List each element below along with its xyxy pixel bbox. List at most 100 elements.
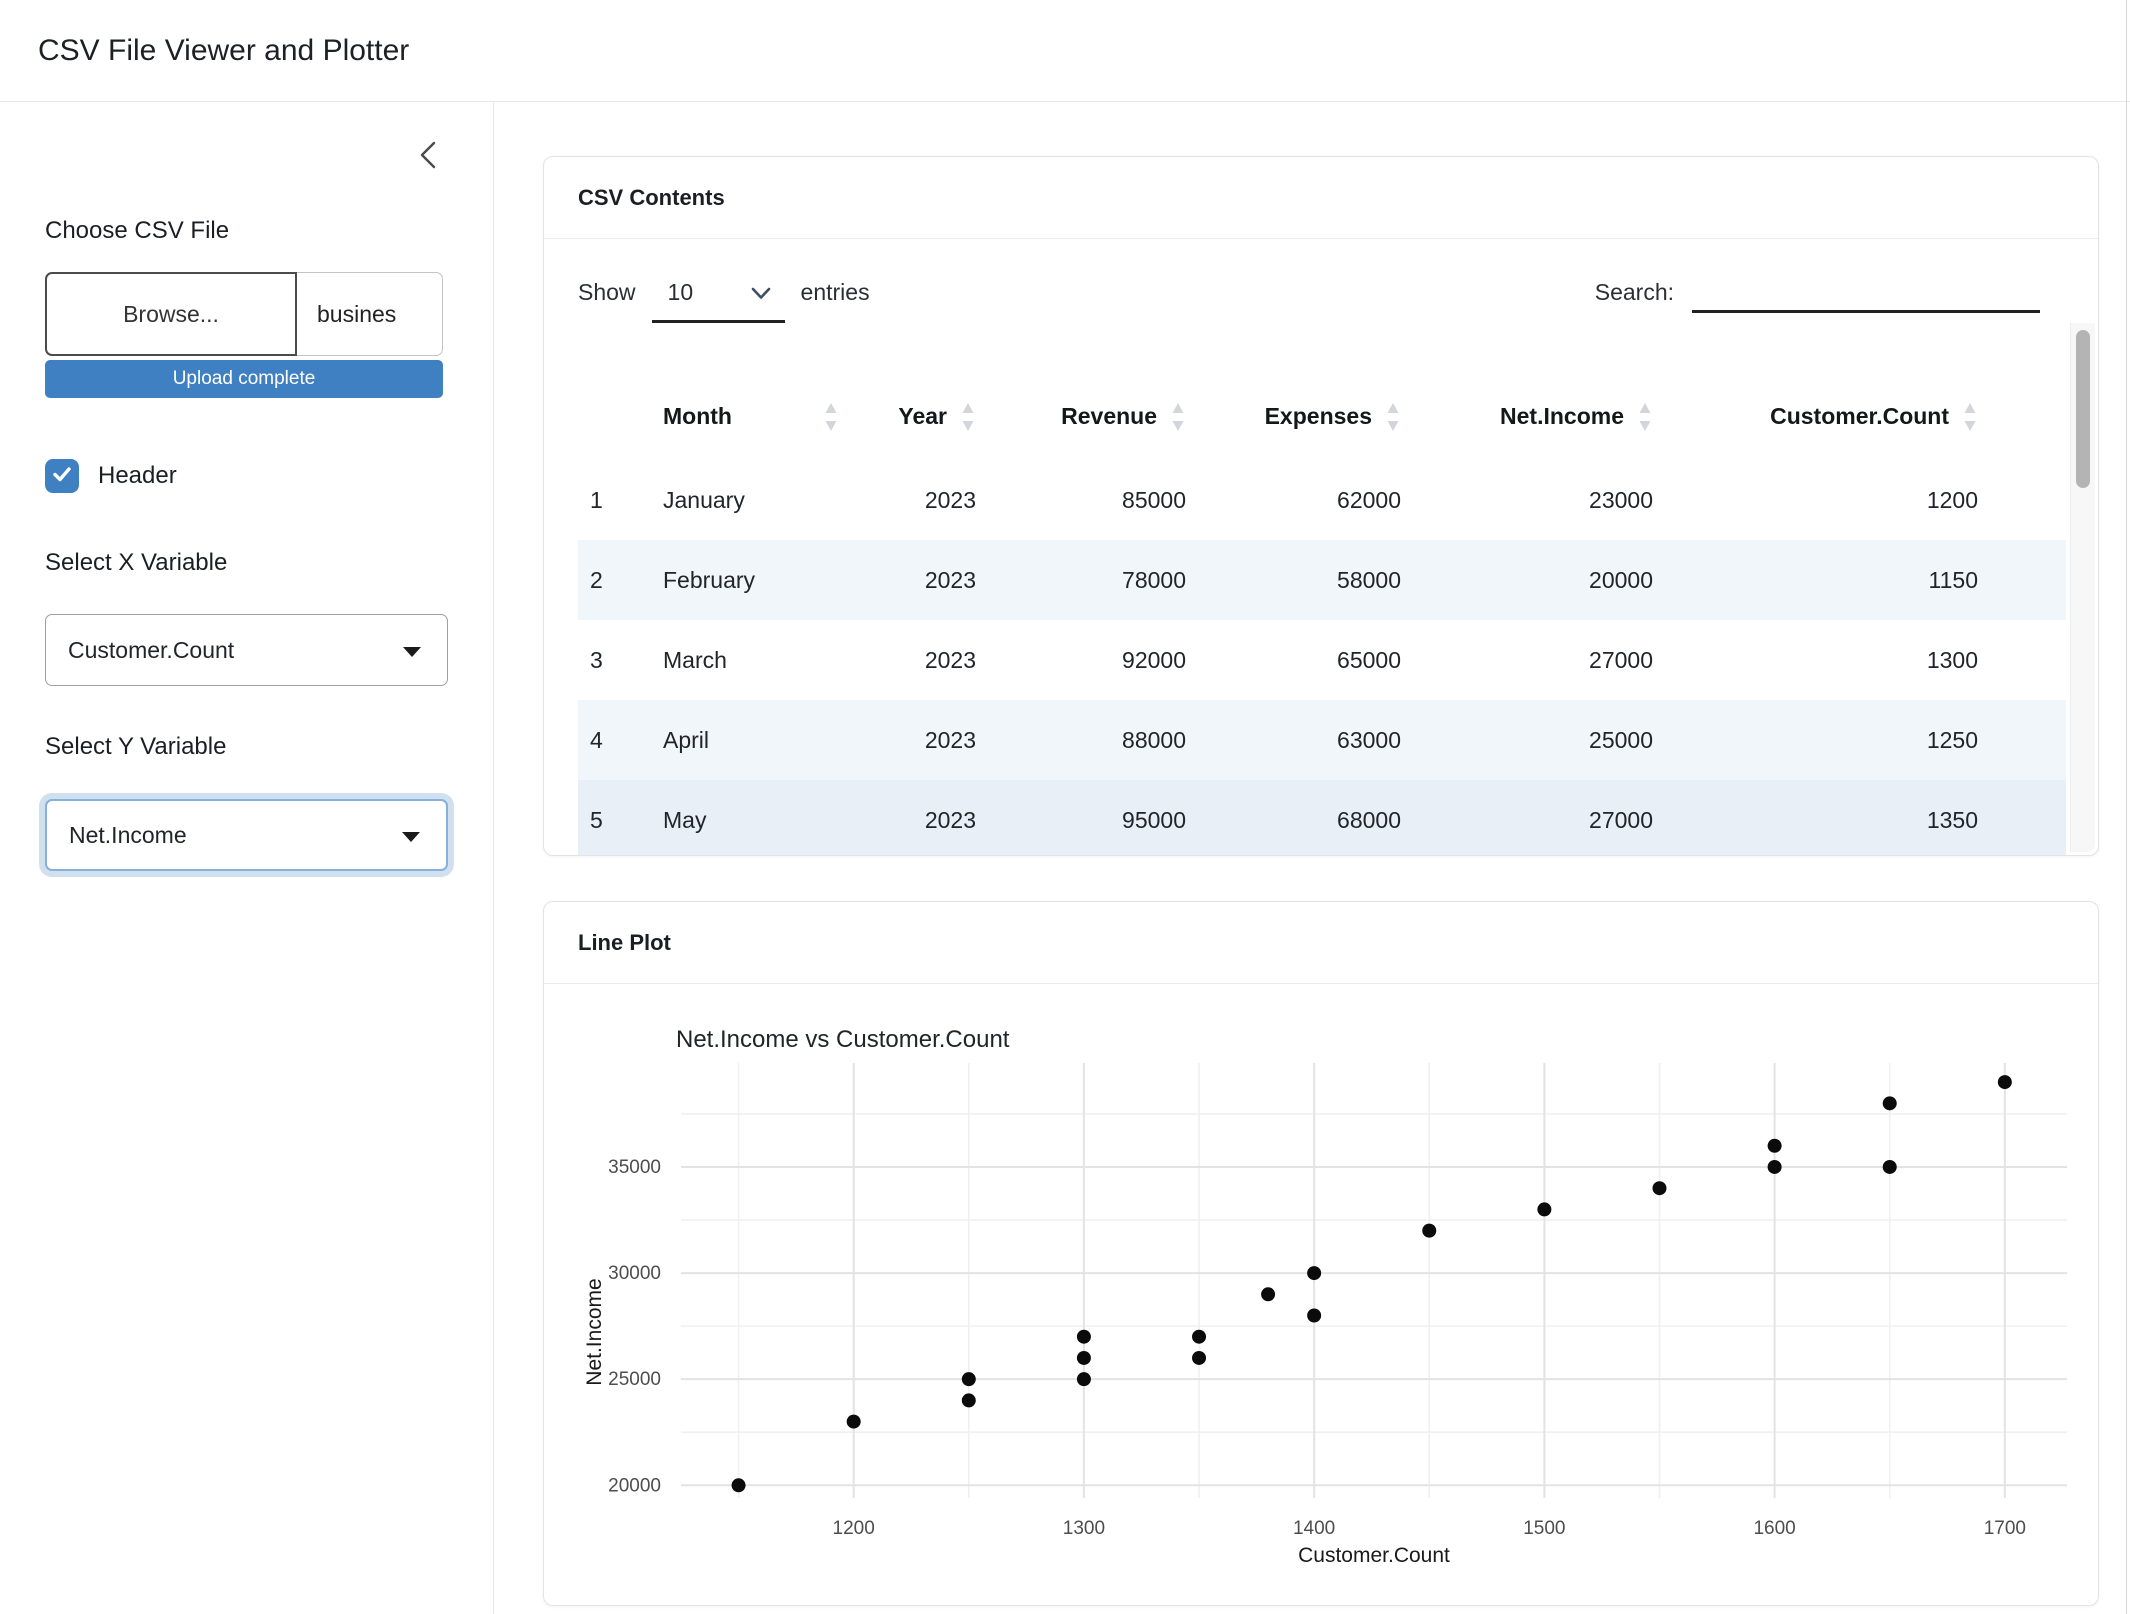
caret-down-icon — [400, 822, 422, 849]
sidebar: Choose CSV File Browse... busines Upload… — [0, 102, 494, 1614]
page-scrollbar-edge — [2126, 0, 2127, 1614]
svg-text:Net.Income: Net.Income — [583, 1278, 606, 1385]
line-plot-card: Line Plot 120013001400150016001700200002… — [543, 901, 2099, 1606]
table-cell: 23000 — [1401, 487, 1653, 514]
chevron-down-icon — [751, 279, 771, 306]
table-row: 5May20239500068000270001350 — [578, 780, 2066, 855]
plot-card-body: 1200130014001500160017002000025000300003… — [544, 984, 2098, 1605]
csv-card-title: CSV Contents — [544, 157, 2098, 239]
column-header-label: Customer.Count — [1770, 403, 1949, 430]
table-cell: 1200 — [1653, 487, 2066, 514]
table-cell: 5 — [578, 807, 651, 834]
svg-text:30000: 30000 — [608, 1263, 661, 1284]
sidebar-collapse-button[interactable] — [411, 140, 445, 174]
column-header-label: Expenses — [1265, 403, 1372, 430]
sort-icon — [823, 402, 839, 432]
table-cell: 1150 — [1653, 567, 2066, 594]
table-cell: 27000 — [1401, 807, 1653, 834]
table-cell: 1300 — [1653, 647, 2066, 674]
table-row: 3March20239200065000270001300 — [578, 620, 2066, 700]
table-cell: 20000 — [1401, 567, 1653, 594]
file-name-text: busines — [317, 301, 396, 328]
file-name-field[interactable]: busines — [297, 272, 443, 356]
column-header-expenses[interactable]: Expenses — [1186, 402, 1401, 432]
table-cell: 2023 — [839, 647, 976, 674]
datatable-controls: Show 10 entries Search: — [578, 279, 2040, 323]
caret-down-icon — [401, 637, 423, 664]
column-header-label: Year — [898, 403, 947, 430]
app-root: CSV File Viewer and Plotter Choose CSV F… — [0, 0, 2130, 1614]
table-cell: March — [651, 647, 839, 674]
column-header-customer-count[interactable]: Customer.Count — [1653, 402, 2066, 432]
chevron-left-icon — [415, 138, 441, 177]
table-cell: 88000 — [976, 727, 1186, 754]
svg-text:1600: 1600 — [1753, 1518, 1795, 1539]
column-header-revenue[interactable]: Revenue — [976, 402, 1186, 432]
svg-text:1400: 1400 — [1293, 1518, 1335, 1539]
svg-text:35000: 35000 — [608, 1157, 661, 1178]
table-cell: 1 — [578, 487, 651, 514]
table-cell: 85000 — [976, 487, 1186, 514]
upload-progress-bar: Upload complete — [45, 360, 443, 398]
table-cell: February — [651, 567, 839, 594]
table-cell: 25000 — [1401, 727, 1653, 754]
browse-button[interactable]: Browse... — [45, 272, 297, 356]
column-header-net-income[interactable]: Net.Income — [1401, 402, 1653, 432]
svg-text:Customer.Count: Customer.Count — [1298, 1544, 1450, 1567]
show-label: Show — [578, 279, 636, 306]
table-cell: 63000 — [1186, 727, 1401, 754]
table-cell: 95000 — [976, 807, 1186, 834]
svg-text:20000: 20000 — [608, 1475, 661, 1496]
header-checkbox-label[interactable]: Header — [98, 462, 177, 490]
y-variable-label: Select Y Variable — [45, 733, 226, 761]
table-cell: 78000 — [976, 567, 1186, 594]
table-cell: 92000 — [976, 647, 1186, 674]
header-checkbox[interactable] — [45, 459, 79, 493]
csv-card-body: Show 10 entries Search: — [544, 239, 2098, 855]
svg-text:Net.Income vs Customer.Count: Net.Income vs Customer.Count — [676, 1026, 1010, 1053]
table-scrollbar-thumb[interactable] — [2076, 330, 2090, 488]
table-cell: 2023 — [839, 487, 976, 514]
header-checkbox-row: Header — [45, 459, 177, 493]
search-input[interactable] — [1692, 279, 2040, 313]
upload-status-text: Upload complete — [173, 368, 316, 390]
page-length-control: Show 10 entries — [578, 279, 870, 323]
csv-contents-card: CSV Contents Show 10 entr — [543, 156, 2099, 856]
y-variable-select[interactable]: Net.Income — [45, 799, 448, 871]
column-header-year[interactable]: Year — [839, 402, 976, 432]
x-variable-label: Select X Variable — [45, 549, 227, 577]
entries-label: entries — [801, 279, 870, 306]
check-icon — [51, 463, 73, 490]
table-cell: 2023 — [839, 567, 976, 594]
sort-icon — [1637, 402, 1653, 432]
page-title: CSV File Viewer and Plotter — [38, 0, 409, 102]
sort-icon — [1962, 402, 1978, 432]
table-cell: 1350 — [1653, 807, 2066, 834]
column-header-month[interactable]: Month — [651, 402, 839, 432]
sort-icon — [1385, 402, 1401, 432]
main-content: CSV Contents Show 10 entr — [494, 102, 2130, 1614]
column-header-label: Net.Income — [1500, 403, 1624, 430]
svg-text:1200: 1200 — [833, 1518, 875, 1539]
table-row: 2February20237800058000200001150 — [578, 540, 2066, 620]
x-variable-select[interactable]: Customer.Count — [45, 614, 448, 686]
table-cell: 1250 — [1653, 727, 2066, 754]
table-cell: May — [651, 807, 839, 834]
table-header-row: Month Year Revenue Expenses Net.Income Custom… — [578, 373, 2066, 460]
table-cell: 27000 — [1401, 647, 1653, 674]
svg-text:1300: 1300 — [1063, 1518, 1105, 1539]
scatter-plot: 1200130014001500160017002000025000300003… — [544, 984, 2098, 1605]
sort-icon — [1170, 402, 1186, 432]
table-scrollbar — [2070, 323, 2095, 852]
file-input: Browse... busines — [45, 272, 443, 356]
table-cell: 65000 — [1186, 647, 1401, 674]
table-row: 1January20238500062000230001200 — [578, 460, 2066, 540]
table-cell: January — [651, 487, 839, 514]
page-length-select[interactable]: 10 — [652, 279, 785, 323]
csv-table: Month Year Revenue Expenses Net.Income Custom… — [578, 373, 2066, 855]
table-cell: April — [651, 727, 839, 754]
column-header-label: Revenue — [1061, 403, 1157, 430]
svg-text:1500: 1500 — [1523, 1518, 1565, 1539]
table-cell: 2023 — [839, 807, 976, 834]
table-cell: 2 — [578, 567, 651, 594]
